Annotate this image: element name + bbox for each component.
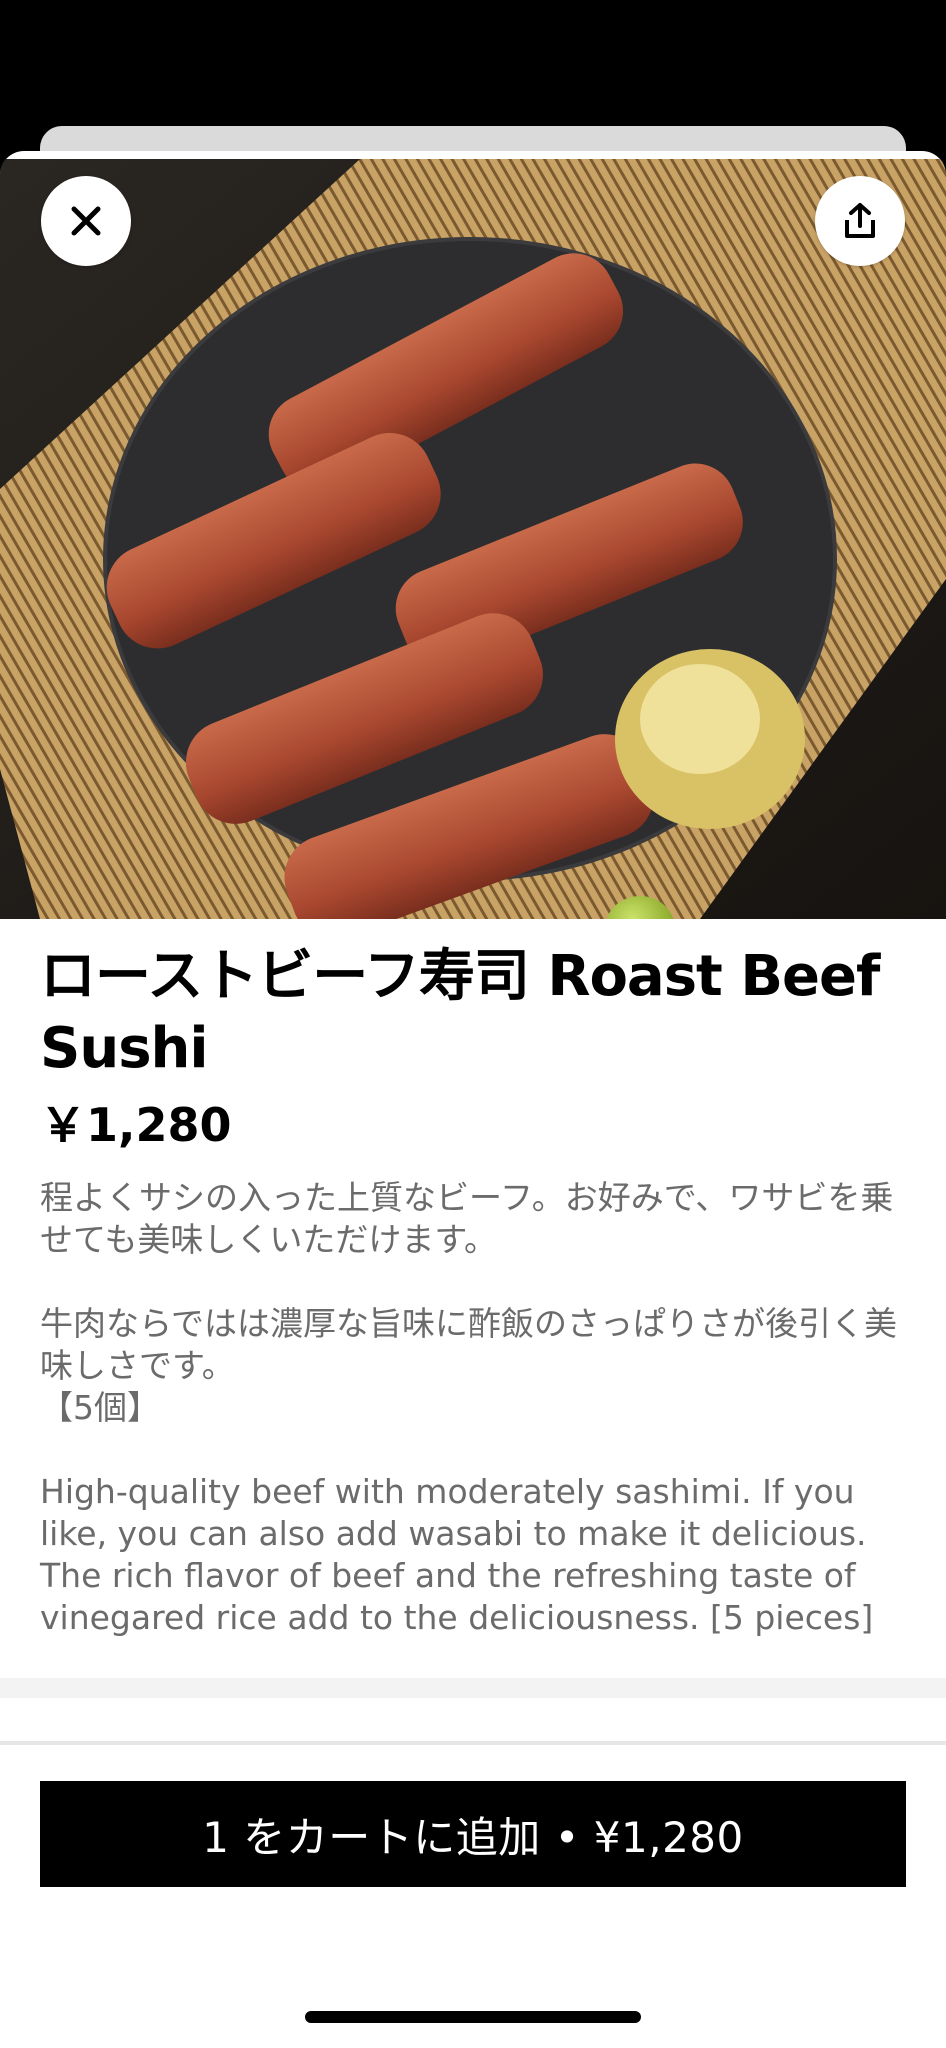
share-icon bbox=[845, 203, 875, 238]
share-button[interactable] bbox=[815, 176, 905, 266]
item-info: ローストビーフ寿司 Roast Beef Sushi ￥1,280 程よくサシの… bbox=[40, 941, 906, 1639]
status-bar bbox=[0, 0, 946, 125]
section-divider bbox=[0, 1678, 946, 1698]
item-photo bbox=[0, 159, 946, 919]
home-indicator bbox=[305, 2011, 641, 2023]
item-title: ローストビーフ寿司 Roast Beef Sushi bbox=[40, 944, 880, 1081]
item-detail-sheet: ローストビーフ寿司 Roast Beef Sushi ￥1,280 程よくサシの… bbox=[0, 151, 946, 2048]
sushi-photo-illustration bbox=[0, 159, 946, 919]
close-icon bbox=[71, 206, 101, 236]
item-price: ￥1,280 bbox=[40, 1098, 232, 1152]
item-description: 程よくサシの入った上質なビーフ。お好みで、ワサビを乗せても美味しくいただけます。… bbox=[40, 1178, 898, 1637]
add-to-cart-button[interactable]: 1 をカートに追加 • ¥1,280 bbox=[40, 1781, 906, 1887]
footer-divider bbox=[0, 1741, 946, 1745]
close-button[interactable] bbox=[41, 176, 131, 266]
